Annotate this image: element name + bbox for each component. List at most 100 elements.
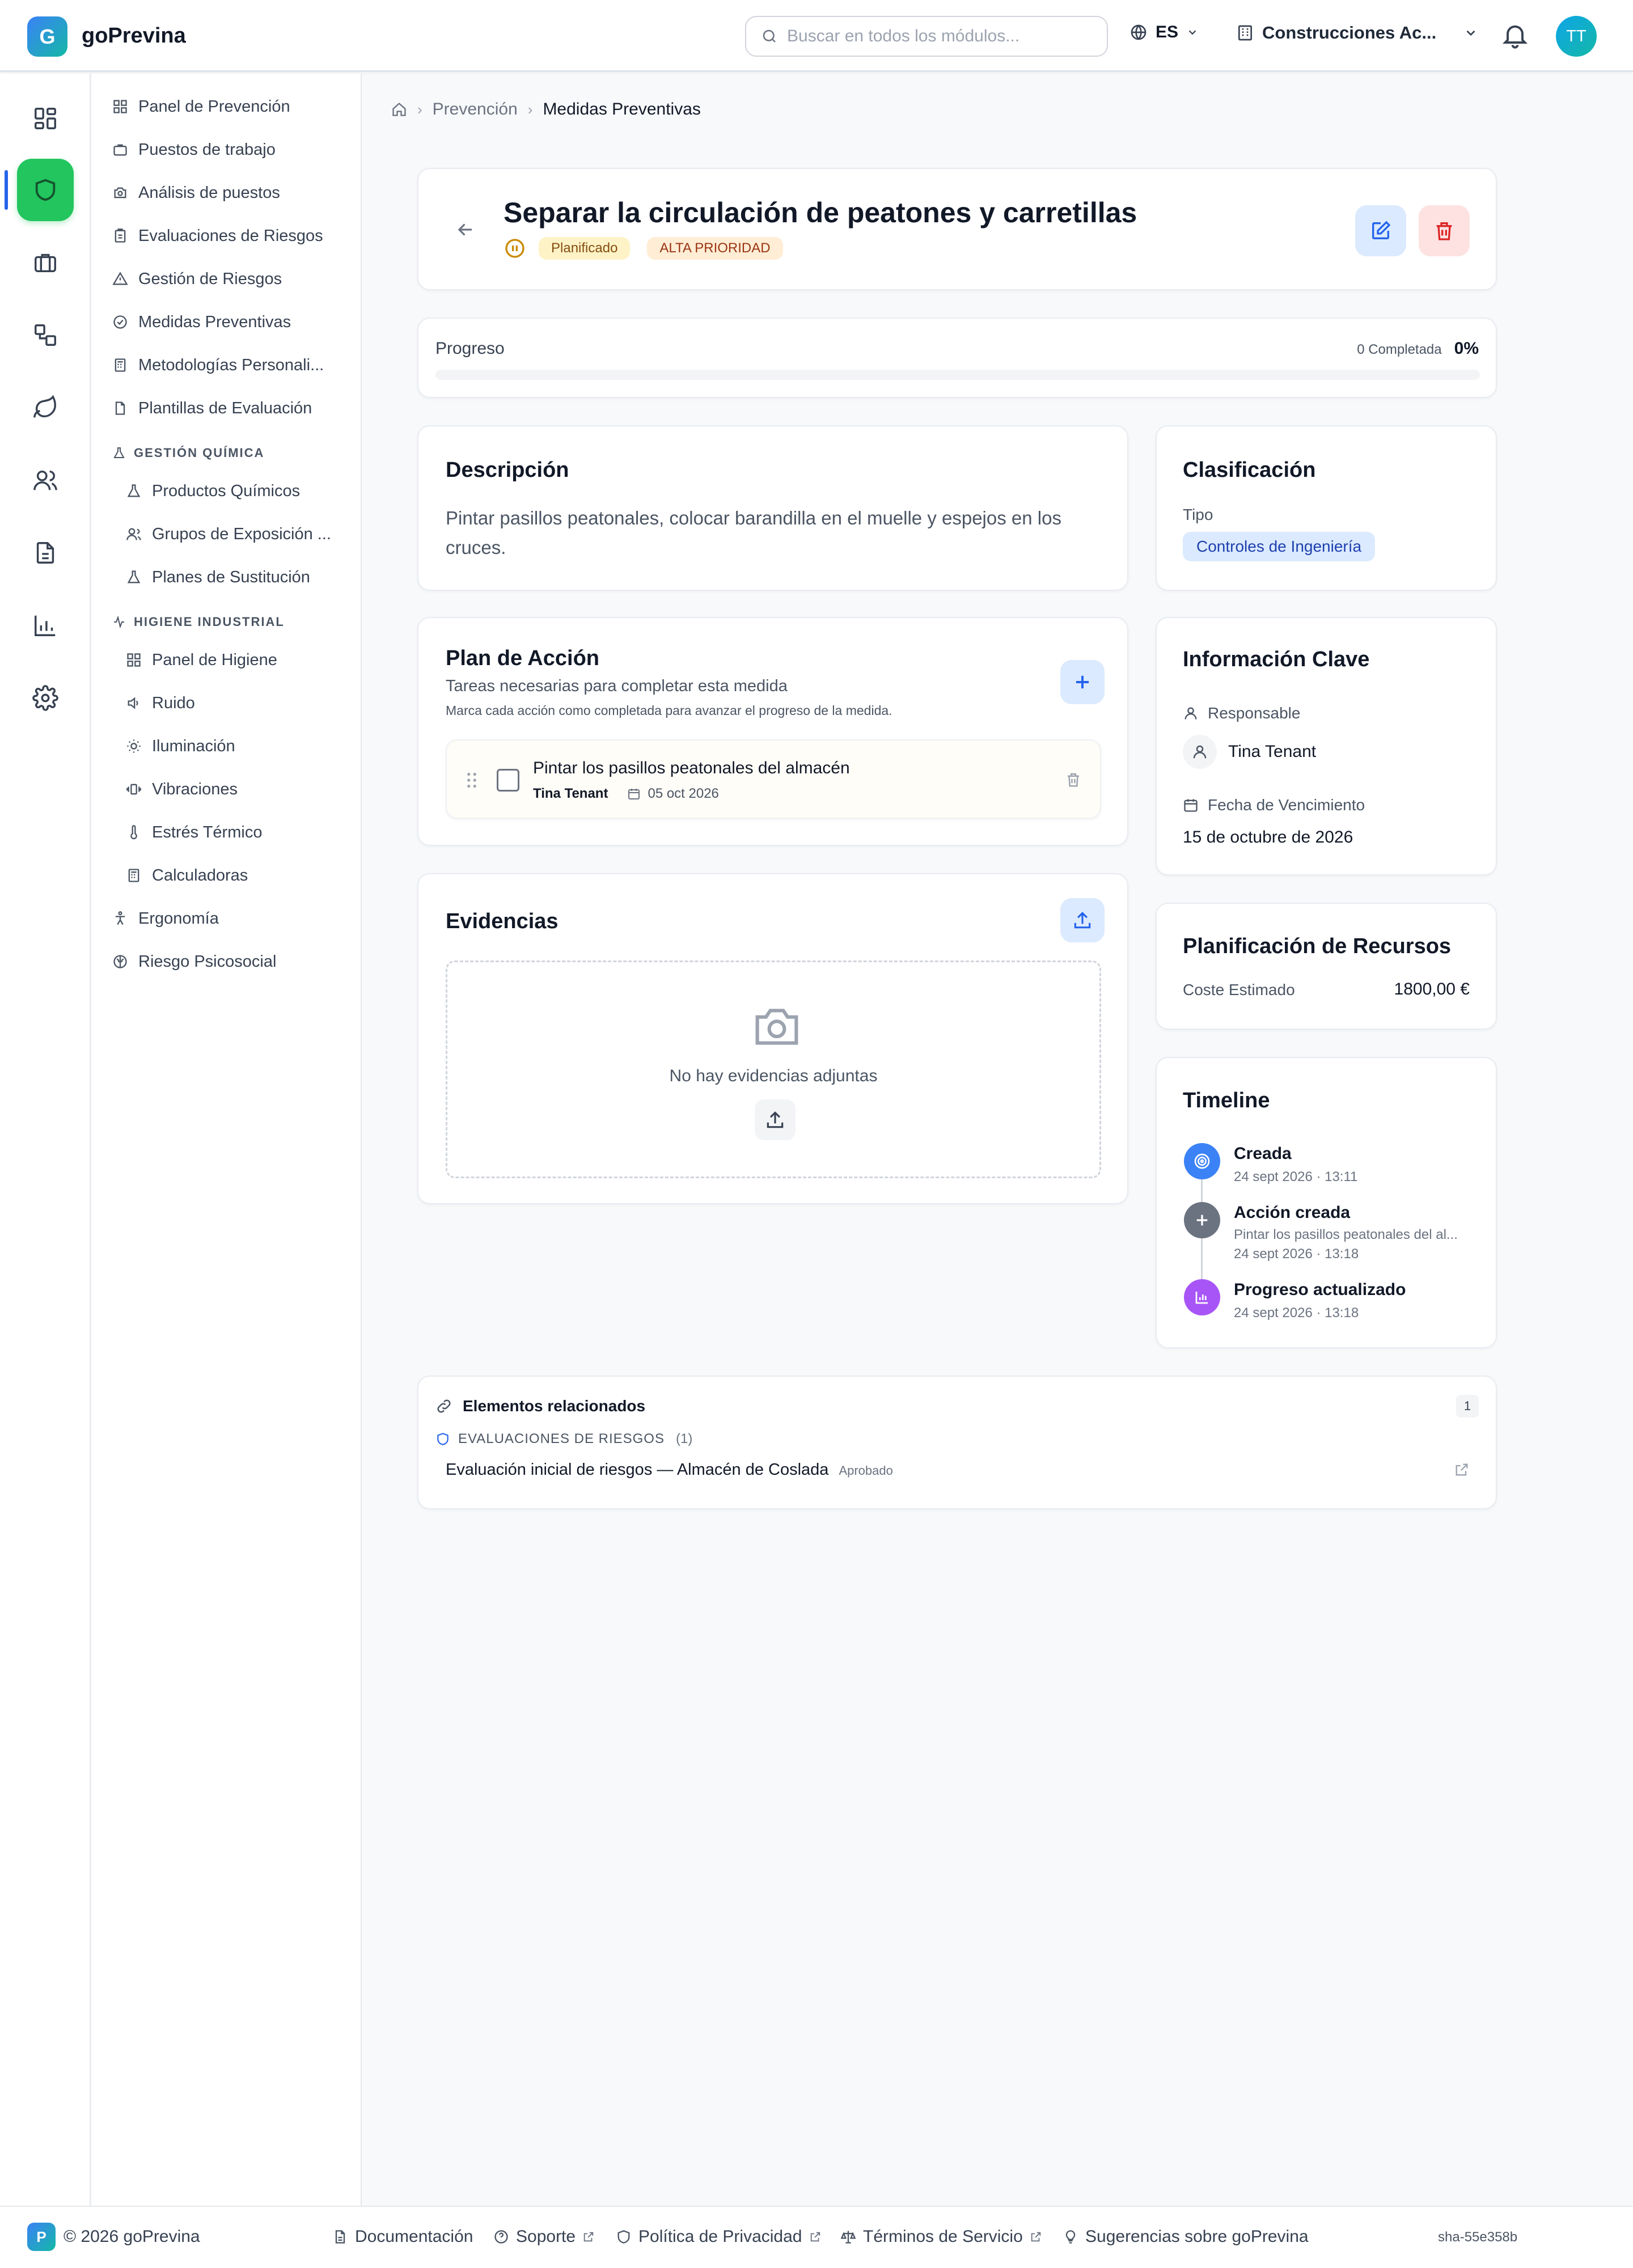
related-elements-card: Elementos relacionados 1 EVALUACIONES DE… <box>417 1376 1497 1509</box>
sidebar-item-ruido[interactable]: Ruido <box>126 686 195 720</box>
bar-chart-icon <box>1195 1292 1208 1304</box>
language-selector[interactable]: ES <box>1129 23 1199 42</box>
upload-small-button[interactable] <box>755 1099 796 1140</box>
upload-evidence-button[interactable] <box>1060 898 1105 942</box>
sidebar-item-estres-termico[interactable]: Estrés Térmico <box>126 815 262 849</box>
timeline-event-time: 24 sept 2026 · 13:18 <box>1234 1305 1359 1321</box>
rail-workflow-button[interactable] <box>17 304 74 366</box>
bell-icon <box>1502 25 1528 49</box>
back-button[interactable] <box>455 219 476 240</box>
sidebar-item-calculadoras[interactable]: Calculadoras <box>126 858 248 892</box>
evidence-dropzone[interactable]: No hay evidencias adjuntas <box>446 960 1101 1178</box>
related-group-count: (1) <box>675 1431 693 1446</box>
sidebar-item-vibraciones[interactable]: Vibraciones <box>126 772 238 806</box>
company-selector[interactable]: Construcciones Ac... <box>1236 23 1478 43</box>
related-group-label: EVALUACIONES DE RIESGOS <box>458 1431 665 1446</box>
task-checkbox[interactable] <box>497 769 519 792</box>
sidebar-item-ergonomia[interactable]: Ergonomía <box>112 902 219 936</box>
calculator-icon <box>115 358 126 372</box>
document-icon <box>36 542 54 564</box>
footer-link-terminos[interactable]: Términos de Servicio <box>840 2227 1042 2246</box>
sidebar-item-gestion-riesgos[interactable]: Gestión de Riesgos <box>112 262 282 296</box>
action-task-row: Pintar los pasillos peatonales del almac… <box>446 739 1101 819</box>
edit-icon <box>1372 221 1391 239</box>
responsible-name: Tina Tenant <box>1228 742 1317 761</box>
rail-settings-button[interactable] <box>17 667 74 729</box>
drag-handle-icon[interactable] <box>466 772 477 788</box>
footer-copyright: © 2026 goPrevina <box>64 2227 200 2246</box>
trash-icon[interactable] <box>1065 771 1082 788</box>
progress-percent: 0% <box>1454 339 1479 358</box>
sidebar-item-analisis[interactable]: Análisis de puestos <box>112 176 280 210</box>
footer-link-sugerencias[interactable]: Sugerencias sobre goPrevina <box>1063 2227 1309 2246</box>
sidebar-item-planes-sustitucion[interactable]: Planes de Sustitución <box>126 560 310 594</box>
sidebar-item-medidas[interactable]: Medidas Preventivas <box>112 305 291 339</box>
progress-completed-count: 0 Completada <box>1357 342 1442 357</box>
chevron-right-icon: › <box>527 100 533 118</box>
progress-card: Progreso 0 Completada 0% <box>417 318 1497 398</box>
progress-label: Progreso <box>435 339 505 358</box>
sidebar-item-panel-prevencion[interactable]: Panel de Prevención <box>112 90 290 124</box>
sidebar-item-label: Puestos de trabajo <box>138 140 276 159</box>
sidebar-item-label: Productos Químicos <box>152 481 301 500</box>
shield-icon <box>35 179 56 201</box>
sidebar-item-evaluaciones[interactable]: Evaluaciones de Riesgos <box>112 219 323 253</box>
related-item-link[interactable]: Evaluación inicial de riesgos — Almacén … <box>446 1461 893 1479</box>
bar-chart-icon <box>35 615 56 636</box>
timeline-event-title: Acción creada <box>1234 1203 1351 1222</box>
section-header-chemical: GESTIÓN QUÍMICA <box>112 446 264 460</box>
gear-icon <box>32 685 58 711</box>
sidebar-item-panel-higiene[interactable]: Panel de Higiene <box>126 643 277 677</box>
breadcrumb-link-prevencion[interactable]: Prevención <box>433 100 518 119</box>
timeline-event-detail: Pintar los pasillos peatonales del al... <box>1234 1227 1458 1242</box>
rail-people-button[interactable] <box>17 449 74 511</box>
external-link-icon <box>583 2232 594 2242</box>
cost-label: Coste Estimado <box>1183 981 1295 998</box>
home-icon[interactable] <box>391 101 407 117</box>
notifications-button[interactable] <box>1500 19 1530 51</box>
related-item-status: Aprobado <box>839 1463 893 1478</box>
rail-prevention-button[interactable] <box>17 159 74 221</box>
rail-dashboard-button[interactable] <box>17 87 74 150</box>
timeline-event-time: 24 sept 2026 · 13:18 <box>1234 1246 1359 1262</box>
sidebar-item-metodologias[interactable]: Metodologías Personali... <box>112 348 324 382</box>
sidebar-item-grupos-exposicion[interactable]: Grupos de Exposición ... <box>126 517 331 551</box>
evidence-title: Evidencias <box>446 909 559 933</box>
briefcase-icon <box>35 253 56 273</box>
task-assignee: Tina Tenant <box>533 786 608 801</box>
upload-icon <box>1074 912 1091 929</box>
search-placeholder: Buscar en todos los módulos... <box>787 27 1020 45</box>
user-avatar[interactable]: TT <box>1556 16 1597 57</box>
icon-rail <box>0 74 91 2206</box>
footer-link-documentacion[interactable]: Documentación <box>332 2227 473 2246</box>
classification-type-label: Tipo <box>1183 506 1213 523</box>
app-logo[interactable]: G <box>27 16 67 57</box>
delete-button[interactable] <box>1419 205 1470 256</box>
rail-documents-button[interactable] <box>17 522 74 584</box>
sidebar-item-puestos[interactable]: Puestos de trabajo <box>112 133 276 167</box>
sidebar-item-plantillas[interactable]: Plantillas de Evaluación <box>112 391 312 425</box>
rail-jobs-button[interactable] <box>17 231 74 294</box>
upload-icon <box>767 1111 784 1128</box>
evidence-card: Evidencias No hay evidencias adjuntas <box>417 873 1128 1204</box>
external-link-icon[interactable] <box>1454 1462 1470 1478</box>
action-plan-hint: Marca cada acción como completada para a… <box>446 703 892 718</box>
global-search-input[interactable]: Buscar en todos los módulos... <box>745 16 1108 57</box>
help-circle-icon <box>494 2230 508 2244</box>
rail-reports-button[interactable] <box>17 594 74 657</box>
sidebar-item-productos-quimicos[interactable]: Productos Químicos <box>126 474 300 508</box>
chevron-right-icon: › <box>417 100 422 118</box>
footer-link-soporte[interactable]: Soporte <box>493 2227 595 2246</box>
grid-icon <box>113 100 127 113</box>
rail-environment-button[interactable] <box>17 376 74 439</box>
sidebar-item-iluminacion[interactable]: Iluminación <box>126 729 235 763</box>
sidebar-item-label: Panel de Prevención <box>138 97 290 116</box>
pause-circle-icon <box>505 239 524 258</box>
edit-button[interactable] <box>1355 205 1406 256</box>
footer-link-privacidad[interactable]: Política de Privacidad <box>616 2227 822 2246</box>
due-date-value: 15 de octubre de 2026 <box>1183 828 1353 847</box>
document-icon <box>335 2230 345 2244</box>
sidebar-item-riesgo-psicosocial[interactable]: Riesgo Psicosocial <box>112 945 276 979</box>
add-action-button[interactable] <box>1060 660 1105 704</box>
classification-title: Clasificación <box>1183 458 1316 482</box>
